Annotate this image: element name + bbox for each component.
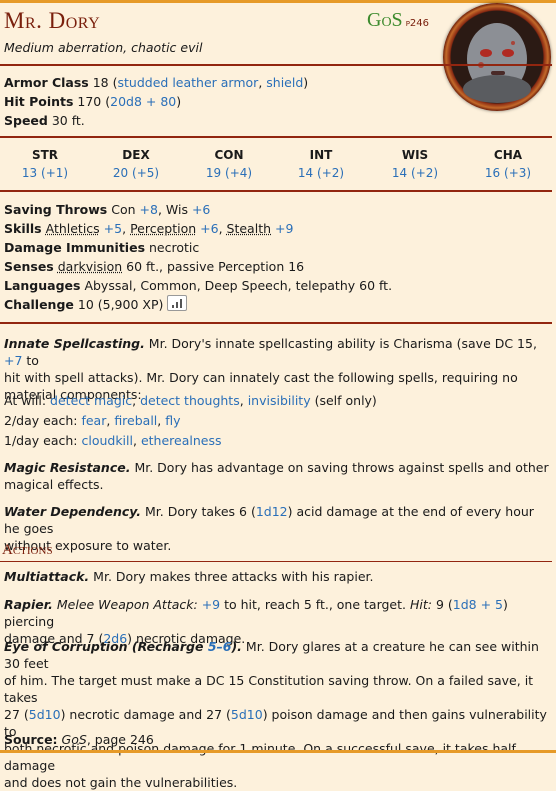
spells-at-will: At will: detect magic, detect thoughts, … <box>4 393 377 408</box>
spell-link[interactable]: fear <box>81 413 106 428</box>
darkvision-link[interactable]: darkvision <box>58 259 122 274</box>
senses-row: Senses darkvision 60 ft., passive Percep… <box>4 259 305 274</box>
damage-immunities-row: Damage Immunities necrotic <box>4 240 200 255</box>
ability-roller[interactable]: 16 (+3) <box>468 164 548 182</box>
damage-roller[interactable]: 5d10 <box>29 707 61 722</box>
skill-roller[interactable]: +5 <box>104 221 122 236</box>
chart-icon[interactable] <box>167 295 188 311</box>
source-page: p246 <box>405 18 429 29</box>
skill-perception[interactable]: Perception <box>130 221 196 236</box>
languages-row: Languages Abyssal, Common, Deep Speech, … <box>4 278 393 293</box>
trait-magic-resistance: Magic Resistance. Mr. Dory has advantage… <box>4 460 549 492</box>
ability-scores: STR 13 (+1) DEX 20 (+5) CON 19 (+4) INT 14 (… <box>0 146 552 188</box>
traits-divider <box>0 322 552 324</box>
ability-dex: DEX 20 (+5) <box>96 146 176 182</box>
spell-link[interactable]: cloudkill <box>81 433 133 448</box>
shield-link[interactable]: shield <box>266 75 303 90</box>
creature-type: Medium aberration, chaotic evil <box>4 40 203 55</box>
armor-class-row: Armor Class 18 (studded leather armor, s… <box>4 75 309 90</box>
con-save-roller[interactable]: +8 <box>140 202 158 217</box>
damage-roller[interactable]: 1d12 <box>256 504 288 519</box>
ability-roller[interactable]: 14 (+2) <box>281 164 361 182</box>
spells-one-per-day: 1/day each: cloudkill, etherealness <box>4 433 222 448</box>
ability-wis: WIS 14 (+2) <box>375 146 455 182</box>
spell-link[interactable]: invisibility <box>248 393 311 408</box>
source-abbrev[interactable]: GoS p246 <box>367 9 429 32</box>
recharge-roller[interactable]: 5–6 <box>208 639 232 654</box>
actions-divider <box>0 561 552 562</box>
actions-heading: Actions <box>2 542 53 558</box>
saving-throws-row: Saving Throws Con +8, Wis +6 <box>4 202 211 217</box>
spell-attack-roller[interactable]: +7 <box>4 353 22 368</box>
ability-roller[interactable]: 19 (+4) <box>189 164 269 182</box>
skill-stealth[interactable]: Stealth <box>227 221 271 236</box>
action-multiattack: Multiattack. Mr. Dory makes three attack… <box>4 569 374 584</box>
abilities-bottom-divider <box>0 190 552 192</box>
ability-str: STR 13 (+1) <box>5 146 85 182</box>
spell-link[interactable]: detect magic <box>50 393 132 408</box>
ability-int: INT 14 (+2) <box>281 146 361 182</box>
spell-link[interactable]: fireball <box>114 413 157 428</box>
ability-cha: CHA 16 (+3) <box>468 146 548 182</box>
ability-roller[interactable]: 13 (+1) <box>5 164 85 182</box>
ability-roller[interactable]: 14 (+2) <box>375 164 455 182</box>
skill-roller[interactable]: +9 <box>275 221 293 236</box>
hit-points-row: Hit Points 170 (20d8 + 80) <box>4 94 182 109</box>
spell-list: At will: detect magic, detect thoughts, … <box>4 391 550 451</box>
speed-row: Speed 30 ft. <box>4 113 85 128</box>
attack-roller[interactable]: +9 <box>202 597 220 612</box>
action-eye-of-corruption: Eye of Corruption (Recharge 5–6). Mr. Do… <box>4 639 547 790</box>
ability-con: CON 19 (+4) <box>189 146 269 182</box>
damage-roller[interactable]: 1d8 + 5 <box>453 597 503 612</box>
wis-save-roller[interactable]: +6 <box>192 202 210 217</box>
ability-roller[interactable]: 20 (+5) <box>96 164 176 182</box>
source-footer: Source: GoS, page 246 <box>4 732 154 747</box>
source-label[interactable]: GoS <box>367 9 403 31</box>
challenge-row: Challenge 10 (5,900 XP) <box>4 295 550 314</box>
details-block: Saving Throws Con +8, Wis +6 Skills Athl… <box>4 200 550 314</box>
defense-block: Armor Class 18 (studded leather armor, s… <box>4 73 550 130</box>
abilities-top-divider <box>0 136 552 138</box>
spell-link[interactable]: etherealness <box>141 433 222 448</box>
creature-name: Mr. Dory <box>4 8 101 33</box>
armor-link[interactable]: studded leather armor <box>118 75 259 90</box>
spell-link[interactable]: detect thoughts <box>140 393 240 408</box>
trait-water-dependency: Water Dependency. Mr. Dory takes 6 (1d12… <box>4 504 534 553</box>
source-book[interactable]: GoS <box>62 732 87 747</box>
hp-dice-roller[interactable]: 20d8 + 80 <box>110 94 176 109</box>
header-divider <box>0 64 552 66</box>
skill-athletics[interactable]: Athletics <box>46 221 100 236</box>
skills-row: Skills Athletics +5, Perception +6, Stea… <box>4 221 294 236</box>
damage-roller[interactable]: 5d10 <box>231 707 263 722</box>
spells-two-per-day: 2/day each: fear, fireball, fly <box>4 413 181 428</box>
skill-roller[interactable]: +6 <box>200 221 218 236</box>
spell-link[interactable]: fly <box>165 413 180 428</box>
